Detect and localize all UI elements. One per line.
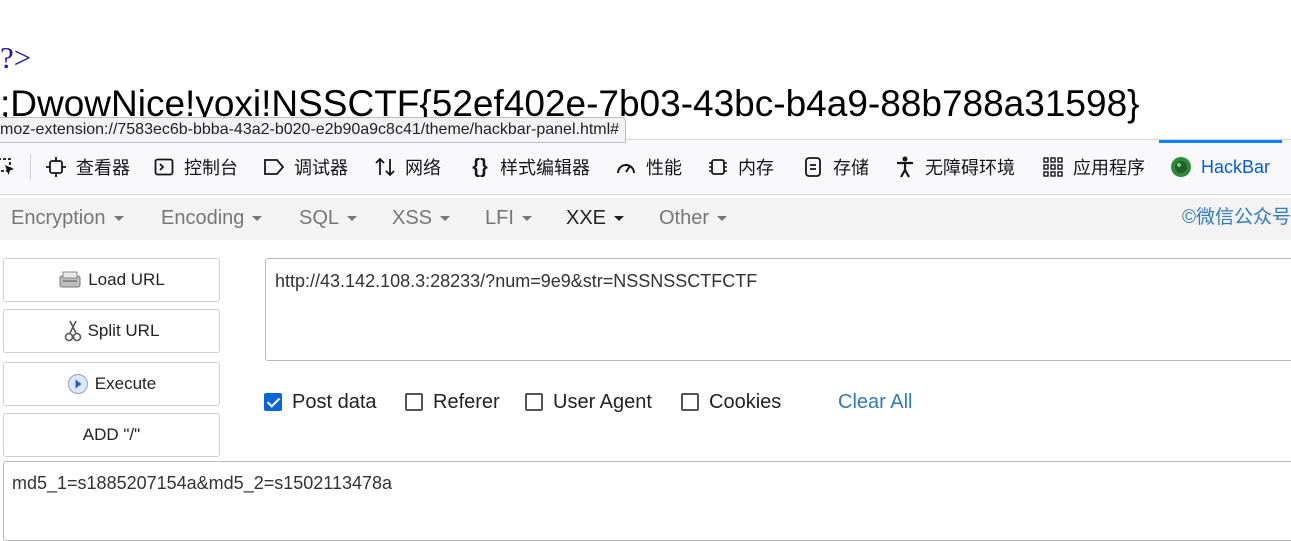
tab-performance[interactable]: 性能 bbox=[614, 140, 682, 194]
menu-label: LFI bbox=[485, 207, 514, 229]
caret-down-icon bbox=[440, 216, 451, 222]
menu-sql[interactable]: SQL bbox=[299, 198, 358, 240]
checkbox-checked-icon bbox=[264, 393, 282, 411]
hackbar-icon bbox=[1169, 155, 1193, 179]
status-bar-url: moz-extension://7583ec6b-bbba-43a2-b020-… bbox=[0, 117, 627, 143]
post-data-input[interactable]: md5_1=s1885207154a&md5_2=s1502113478a bbox=[3, 461, 1291, 541]
storage-icon bbox=[801, 155, 825, 179]
wechat-link[interactable]: ©微信公众号 bbox=[1182, 198, 1291, 240]
tab-application[interactable]: 应用程序 bbox=[1041, 140, 1145, 194]
checkbox-unchecked-icon bbox=[525, 393, 543, 411]
tab-debugger[interactable]: 调试器 bbox=[262, 140, 348, 194]
button-label: ADD "/" bbox=[82, 425, 141, 444]
caret-down-icon bbox=[717, 216, 728, 222]
user-agent-checkbox[interactable]: User Agent bbox=[525, 386, 652, 418]
button-label: Split URL bbox=[87, 321, 160, 340]
menu-label: XXE bbox=[566, 207, 607, 229]
style-editor-icon: {} bbox=[472, 155, 488, 178]
options-row: Post data Referer User Agent Cookies Cle… bbox=[264, 386, 1264, 418]
tab-label: 无障碍环境 bbox=[925, 158, 1015, 178]
memory-icon bbox=[706, 155, 730, 179]
load-url-button[interactable]: Load URL bbox=[3, 258, 220, 302]
caret-down-icon bbox=[521, 216, 532, 222]
debugger-icon bbox=[262, 155, 286, 179]
menu-label: Encoding bbox=[161, 207, 245, 229]
split-url-button[interactable]: Split URL bbox=[3, 309, 220, 353]
caret-down-icon bbox=[113, 216, 124, 222]
menu-label: Encryption bbox=[11, 207, 106, 229]
menu-label: SQL bbox=[299, 207, 340, 229]
tab-hackbar[interactable]: HackBar bbox=[1158, 140, 1283, 194]
inspector-icon bbox=[44, 155, 68, 179]
caret-down-icon bbox=[347, 216, 358, 222]
scissors-icon bbox=[64, 319, 82, 343]
tab-storage[interactable]: 存储 bbox=[801, 140, 869, 194]
caret-down-icon bbox=[252, 216, 263, 222]
tab-label: 样式编辑器 bbox=[500, 158, 590, 178]
element-picker-button[interactable] bbox=[0, 140, 26, 194]
tab-label: 调试器 bbox=[294, 158, 348, 178]
menu-encryption[interactable]: Encryption bbox=[11, 198, 124, 240]
checkbox-unchecked-icon bbox=[405, 393, 423, 411]
menu-other[interactable]: Other bbox=[659, 198, 728, 240]
url-input[interactable]: http://43.142.108.3:28233/?num=9e9&str=N… bbox=[265, 258, 1291, 361]
tab-label: 性能 bbox=[646, 158, 682, 178]
menu-lfi[interactable]: LFI bbox=[485, 198, 532, 240]
tab-label: 控制台 bbox=[184, 158, 238, 178]
network-icon bbox=[373, 155, 397, 179]
performance-icon bbox=[614, 155, 638, 179]
post-data-checkbox[interactable]: Post data bbox=[264, 386, 377, 418]
button-label: Execute bbox=[94, 374, 157, 393]
hackbar-menu-bar: Encryption Encoding SQL XSS LFI XXE Othe… bbox=[0, 198, 1291, 240]
button-label: Load URL bbox=[88, 270, 165, 289]
tab-network[interactable]: 网络 bbox=[373, 140, 441, 194]
execute-button[interactable]: Execute bbox=[3, 362, 220, 406]
checkbox-label: Post data bbox=[292, 390, 377, 413]
menu-label: XSS bbox=[392, 207, 433, 229]
tab-label: 网络 bbox=[405, 158, 441, 178]
play-icon bbox=[67, 373, 89, 395]
application-icon bbox=[1041, 155, 1065, 179]
menu-xxe[interactable]: XXE bbox=[566, 198, 625, 240]
caret-down-icon bbox=[614, 216, 625, 222]
tab-label: HackBar bbox=[1201, 156, 1271, 177]
tab-label: 存储 bbox=[833, 158, 869, 178]
cookies-checkbox[interactable]: Cookies bbox=[681, 386, 781, 418]
clear-all-link[interactable]: Clear All bbox=[838, 386, 912, 418]
tab-memory[interactable]: 内存 bbox=[706, 140, 774, 194]
tab-console[interactable]: 控制台 bbox=[152, 140, 238, 194]
tab-accessibility[interactable]: 无障碍环境 bbox=[893, 140, 1015, 194]
toolbar-separator bbox=[30, 154, 31, 180]
menu-encoding[interactable]: Encoding bbox=[161, 198, 263, 240]
checkbox-label: User Agent bbox=[553, 390, 652, 413]
accessibility-icon bbox=[893, 155, 917, 179]
checkbox-label: Cookies bbox=[709, 390, 782, 413]
php-close-tag: ?> bbox=[0, 40, 32, 75]
menu-xss[interactable]: XSS bbox=[392, 198, 451, 240]
devtools-toolbar: 查看器 控制台 调试器 网络 {} 样式编辑器 性能 内存 存储 无障碍环境 应… bbox=[0, 139, 1291, 195]
menu-label: Other bbox=[659, 207, 710, 229]
tab-label: 应用程序 bbox=[1073, 158, 1145, 178]
console-icon bbox=[152, 155, 176, 179]
tab-inspector[interactable]: 查看器 bbox=[44, 140, 130, 194]
load-url-icon bbox=[58, 270, 82, 290]
element-picker-icon bbox=[0, 155, 18, 179]
checkbox-unchecked-icon bbox=[681, 393, 699, 411]
tab-style-editor[interactable]: {} 样式编辑器 bbox=[468, 140, 590, 194]
tab-label: 内存 bbox=[738, 158, 774, 178]
checkbox-label: Referer bbox=[433, 390, 500, 413]
tab-label: 查看器 bbox=[76, 158, 130, 178]
referer-checkbox[interactable]: Referer bbox=[405, 386, 500, 418]
add-slash-button[interactable]: ADD "/" bbox=[3, 413, 220, 457]
